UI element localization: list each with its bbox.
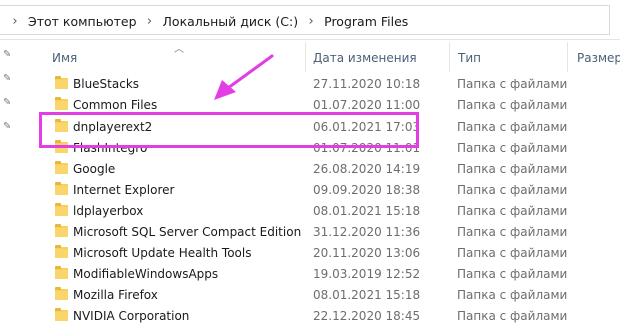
item-name: Common Files xyxy=(73,98,158,112)
item-date: 27.11.2020 10:18 xyxy=(313,77,421,91)
highlight-annotation xyxy=(39,112,419,148)
column-header-type[interactable]: Тип xyxy=(458,51,481,65)
pin-icon[interactable]: ✎ xyxy=(3,50,13,60)
item-type: Папка с файлами xyxy=(457,267,568,281)
list-item[interactable]: Microsoft Update Health Tools 20.11.2020… xyxy=(0,243,620,264)
item-type: Папка с файлами xyxy=(457,120,568,134)
item-type: Папка с файлами xyxy=(457,288,568,302)
item-name: Google xyxy=(73,162,116,176)
item-type: Папка с файлами xyxy=(457,309,568,323)
item-date: 22.12.2020 18:45 xyxy=(313,309,421,323)
list-item[interactable]: Mozilla Firefox 08.01.2021 15:18 Папка с… xyxy=(0,285,620,306)
item-name: Internet Explorer xyxy=(73,183,175,197)
column-divider[interactable] xyxy=(567,42,568,72)
item-name: ModifiableWindowsApps xyxy=(73,267,219,281)
item-type: Папка с файлами xyxy=(457,204,568,218)
item-type: Папка с файлами xyxy=(457,141,568,155)
folder-icon xyxy=(55,308,68,321)
item-date: 20.11.2020 13:06 xyxy=(313,246,421,260)
chevron-right-icon[interactable]: › xyxy=(300,14,322,29)
folder-icon xyxy=(55,76,68,89)
item-name: BlueStacks xyxy=(73,77,140,91)
column-divider[interactable] xyxy=(305,42,306,72)
folder-icon xyxy=(55,266,68,279)
column-divider[interactable] xyxy=(449,42,450,72)
breadcrumb-item-this-pc[interactable]: Этот компьютер xyxy=(26,14,139,29)
item-name: Microsoft SQL Server Compact Edition xyxy=(73,225,302,239)
folder-icon xyxy=(55,203,68,216)
chevron-right-icon[interactable]: › xyxy=(139,14,161,29)
item-type: Папка с файлами xyxy=(457,98,568,112)
list-item[interactable]: BlueStacks 27.11.2020 10:18 Папка с файл… xyxy=(0,74,620,95)
folder-icon xyxy=(55,97,68,110)
list-item[interactable]: Google 26.08.2020 14:19 Папка с файлами xyxy=(0,159,620,180)
item-date: 08.01.2021 15:18 xyxy=(313,288,421,302)
folder-icon xyxy=(55,161,68,174)
item-name: Mozilla Firefox xyxy=(73,288,158,302)
column-header-row: ︿ Имя Дата изменения Тип Размер xyxy=(32,42,620,72)
breadcrumb-item-local-disk[interactable]: Локальный диск (C:) xyxy=(161,14,301,29)
breadcrumb-item-program-files[interactable]: Program Files xyxy=(322,14,410,29)
folder-icon xyxy=(55,182,68,195)
item-type: Папка с файлами xyxy=(457,77,568,91)
list-item[interactable]: Internet Explorer 09.09.2020 18:38 Папка… xyxy=(0,180,620,201)
folder-icon xyxy=(55,245,68,258)
item-type: Папка с файлами xyxy=(457,225,568,239)
sort-ascending-icon: ︿ xyxy=(174,44,184,55)
item-date: 08.01.2021 15:18 xyxy=(313,204,421,218)
column-header-date[interactable]: Дата изменения xyxy=(313,51,417,65)
item-date: 19.03.2019 12:52 xyxy=(313,267,421,281)
breadcrumb: › Этот компьютер › Локальный диск (C:) ›… xyxy=(4,12,410,30)
item-name: NVIDIA Corporation xyxy=(73,309,190,323)
list-item[interactable]: ldplayerbox 08.01.2021 15:18 Папка с фай… xyxy=(0,201,620,222)
item-date: 01.07.2020 11:00 xyxy=(313,98,421,112)
column-header-size[interactable]: Размер xyxy=(577,51,620,65)
list-item[interactable]: Microsoft SQL Server Compact Edition 31.… xyxy=(0,222,620,243)
address-bar: › Этот компьютер › Локальный диск (C:) ›… xyxy=(0,0,620,40)
item-type: Папка с файлами xyxy=(457,246,568,260)
item-type: Папка с файлами xyxy=(457,183,568,197)
item-name: ldplayerbox xyxy=(73,204,144,218)
list-item[interactable]: NVIDIA Corporation 22.12.2020 18:45 Папк… xyxy=(0,306,620,324)
item-name: Microsoft Update Health Tools xyxy=(73,246,252,260)
item-type: Папка с файлами xyxy=(457,162,568,176)
item-date: 09.09.2020 18:38 xyxy=(313,183,421,197)
column-header-name[interactable]: Имя xyxy=(52,51,77,65)
folder-icon xyxy=(55,224,68,237)
item-date: 31.12.2020 11:36 xyxy=(313,225,421,239)
list-item[interactable]: ModifiableWindowsApps 19.03.2019 12:52 П… xyxy=(0,264,620,285)
item-date: 26.08.2020 14:19 xyxy=(313,162,421,176)
chevron-right-icon[interactable]: › xyxy=(4,14,26,29)
folder-icon xyxy=(55,287,68,300)
